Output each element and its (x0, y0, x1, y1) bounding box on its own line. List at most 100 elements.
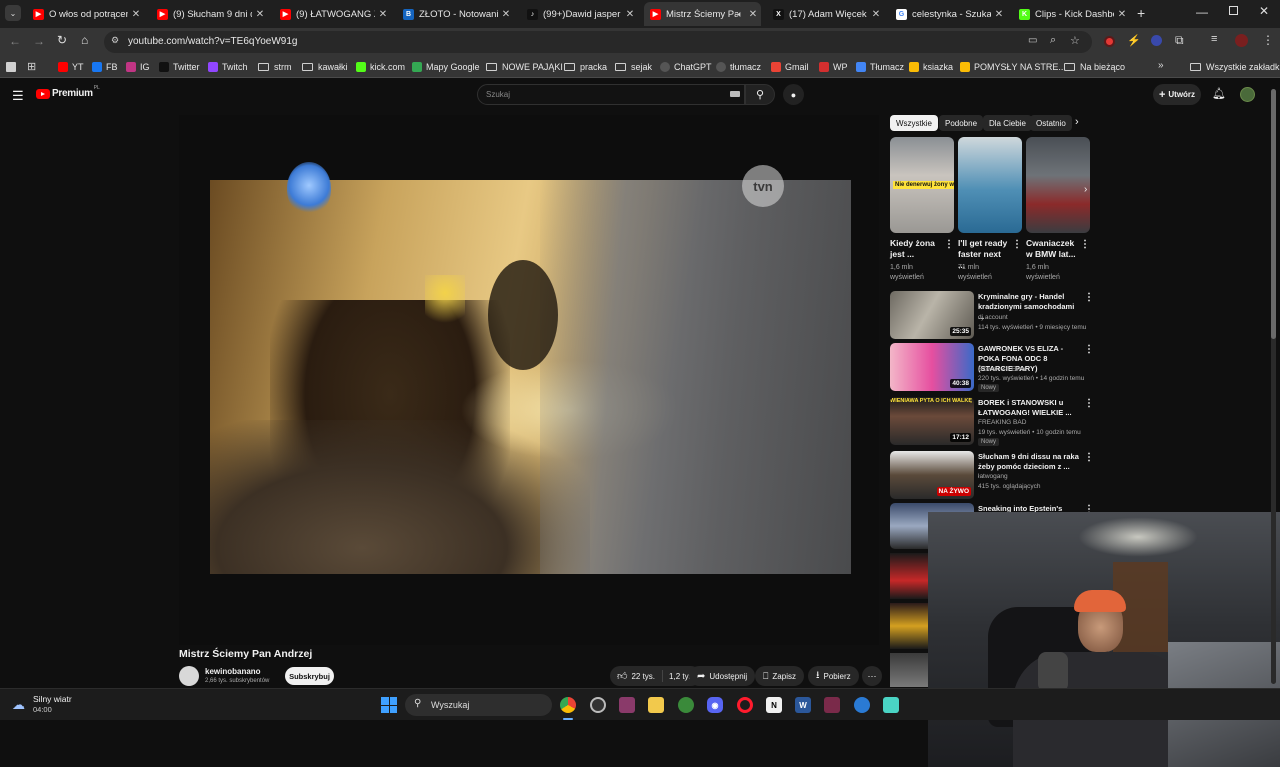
filter-chip[interactable]: Dla Ciebie (983, 115, 1032, 131)
download-button[interactable]: ⭳ Pobierz (808, 666, 859, 686)
related-thumbnail[interactable]: NA ŻYWO (890, 451, 974, 499)
browser-tab[interactable]: ▶ Mistrz Ściemy Pa 🔈︎ ✕ (644, 2, 761, 26)
chrome-icon[interactable] (560, 697, 576, 713)
tab-search-button[interactable]: ⌄ (5, 5, 21, 21)
more-vert-icon[interactable]: ⋮ (1084, 344, 1094, 355)
browser-tab[interactable]: ▶ (9) Słucham 9 dni dis✕ (151, 2, 268, 26)
bookmark-item[interactable]: ksiazka (909, 59, 953, 75)
notifications-bell-icon[interactable]: 🔔︎ (1212, 87, 1226, 100)
share-button[interactable]: ➦ Udostępnij (689, 666, 756, 686)
bookmark-item[interactable]: tłumacz (716, 59, 761, 75)
short-thumbnail[interactable] (1026, 137, 1090, 233)
back-arrow-icon[interactable]: ← (9, 34, 21, 48)
more-vert-icon[interactable]: ⋮ (1084, 452, 1094, 463)
more-vert-icon[interactable]: ⋮ (944, 239, 954, 250)
bookmark-item[interactable]: ChatGPT (660, 59, 712, 75)
discord-icon[interactable]: ◉ (707, 697, 723, 713)
save-button[interactable]: ⎕ Zapisz (755, 666, 804, 686)
shorts-next-chevron-icon[interactable]: › (1084, 184, 1087, 195)
close-window-button[interactable]: ✕ (1259, 4, 1269, 18)
close-tab-icon[interactable]: ✕ (991, 9, 1007, 20)
related-thumbnail[interactable]: 25:35 (890, 291, 974, 339)
puzzle-extensions-icon[interactable]: ⧉ (1175, 33, 1184, 48)
keyboard-icon[interactable] (730, 91, 740, 97)
bookmark-item[interactable]: Tłumacz (856, 59, 904, 75)
opera-icon[interactable] (737, 697, 753, 713)
sidebar-toggle-icon[interactable] (6, 62, 16, 72)
more-vert-icon[interactable]: ⋮ (1012, 239, 1022, 250)
forward-arrow-icon[interactable]: → (33, 34, 45, 48)
zoom-icon[interactable]: ⌕ (1050, 34, 1056, 47)
bookmark-item[interactable]: kick.com (356, 59, 405, 75)
record-extension-icon[interactable] (1104, 36, 1115, 47)
site-info-icon[interactable]: ⚙ (111, 35, 119, 46)
maximize-window-button[interactable] (1229, 6, 1238, 15)
related-thumbnail[interactable] (890, 653, 930, 687)
browser-tab[interactable]: ▶ O włos od potrącenia✕ (27, 2, 144, 26)
bookmark-item[interactable]: NOWE PAJĄKI (486, 59, 563, 75)
video-player[interactable]: tvn (179, 115, 879, 645)
related-thumbnail[interactable] (890, 553, 930, 599)
bookmark-item[interactable]: pracka (564, 59, 607, 75)
create-button[interactable]: + Utwórz (1153, 84, 1201, 105)
close-tab-icon[interactable]: ✕ (745, 9, 761, 20)
voice-search-button[interactable]: ● (783, 84, 804, 105)
browser-tab[interactable]: ▶ (9) ŁATWOGANG ZE✕ (274, 2, 391, 26)
bookmark-item[interactable]: Mapy Google (412, 59, 480, 75)
bookmark-item[interactable]: sejak (615, 59, 652, 75)
close-tab-icon[interactable]: ✕ (1114, 9, 1130, 20)
profile-avatar-icon[interactable] (1235, 34, 1248, 47)
subscribe-button[interactable]: Subskrybuj (285, 667, 334, 685)
short-title[interactable]: Cwaniaczek w BMW lat... (1026, 238, 1078, 260)
weather-title[interactable]: Silny wiatr (33, 694, 72, 704)
obs-icon[interactable] (590, 697, 606, 713)
close-tab-icon[interactable]: ✕ (622, 9, 638, 20)
scrollbar-thumb[interactable] (1271, 89, 1276, 339)
reading-list-icon[interactable]: ≡ (1211, 33, 1217, 45)
shield-icon[interactable] (678, 697, 694, 713)
short-title[interactable]: Kiedy żona jest ... (890, 238, 942, 260)
bookmark-item[interactable]: YT (58, 59, 84, 75)
speaker-icon[interactable]: 🔈︎ (738, 9, 743, 20)
close-tab-icon[interactable]: ✕ (868, 9, 884, 20)
notepad-icon[interactable] (883, 697, 899, 713)
bookmark-item[interactable]: Na bieżąco (1064, 59, 1125, 75)
install-app-icon[interactable]: ▭ (1028, 35, 1037, 46)
taskbar-search[interactable]: ⚲ Wyszukaj (405, 694, 552, 716)
app-icon[interactable] (824, 697, 840, 713)
more-vert-icon[interactable]: ⋮ (1080, 239, 1090, 250)
notion-icon[interactable]: N (766, 697, 782, 713)
more-actions-button[interactable]: ⋯ (862, 666, 882, 686)
related-thumbnail[interactable]: WIENIAWA PYTA O ICH WALKĘ 17:12 (890, 397, 974, 445)
minimize-window-button[interactable]: — (1196, 5, 1208, 19)
all-bookmarks-folder[interactable]: Wszystkie zakładki (1190, 59, 1280, 75)
reload-icon[interactable]: ↻ (57, 33, 67, 47)
new-tab-button[interactable]: + (1137, 5, 1145, 21)
extension-icon[interactable] (1151, 35, 1162, 46)
apps-grid-icon[interactable]: ⊞ (27, 60, 36, 73)
home-icon[interactable]: ⌂ (81, 33, 88, 47)
related-title[interactable]: BOREK i STANOWSKI u ŁATWOGANG! WIELKIE .… (978, 398, 1080, 418)
browser-tab[interactable]: K Clips - Kick Dashboa✕ (1013, 2, 1130, 26)
bookmark-item[interactable]: FB (92, 59, 118, 75)
browser-tab[interactable]: X (17) Adam Więcek | B✕ (767, 2, 884, 26)
extension-icon[interactable]: ⚡ (1127, 34, 1141, 47)
browser-tab[interactable]: Gcelestynka - Szukaj w✕ (890, 2, 1007, 26)
channel-avatar[interactable] (179, 666, 199, 686)
app-icon[interactable] (619, 697, 635, 713)
bookmark-item[interactable]: WP (819, 59, 848, 75)
search-box[interactable]: Szukaj (477, 84, 745, 105)
word-icon[interactable]: W (795, 697, 811, 713)
related-title[interactable]: Słucham 9 dni dissu na raka żeby pomóc d… (978, 452, 1080, 472)
cloud-app-icon[interactable] (854, 697, 870, 713)
like-dislike-button[interactable]: 👍︎ 22 tys. 1,2 tys. (610, 666, 701, 686)
related-thumbnail[interactable]: 40:38 (890, 343, 974, 391)
filter-chip[interactable]: Wszystkie (890, 115, 938, 131)
close-tab-icon[interactable]: ✕ (498, 9, 514, 20)
filter-chip[interactable]: Ostatnio (1030, 115, 1072, 131)
close-tab-icon[interactable]: ✕ (128, 9, 144, 20)
hamburger-menu-icon[interactable]: ☰ (12, 88, 24, 104)
more-vert-icon[interactable]: ⋮ (1084, 292, 1094, 303)
bookmark-item[interactable]: strm (258, 59, 292, 75)
browser-tab[interactable]: ♪ (99+)Dawid jasper go✕ (521, 2, 638, 26)
